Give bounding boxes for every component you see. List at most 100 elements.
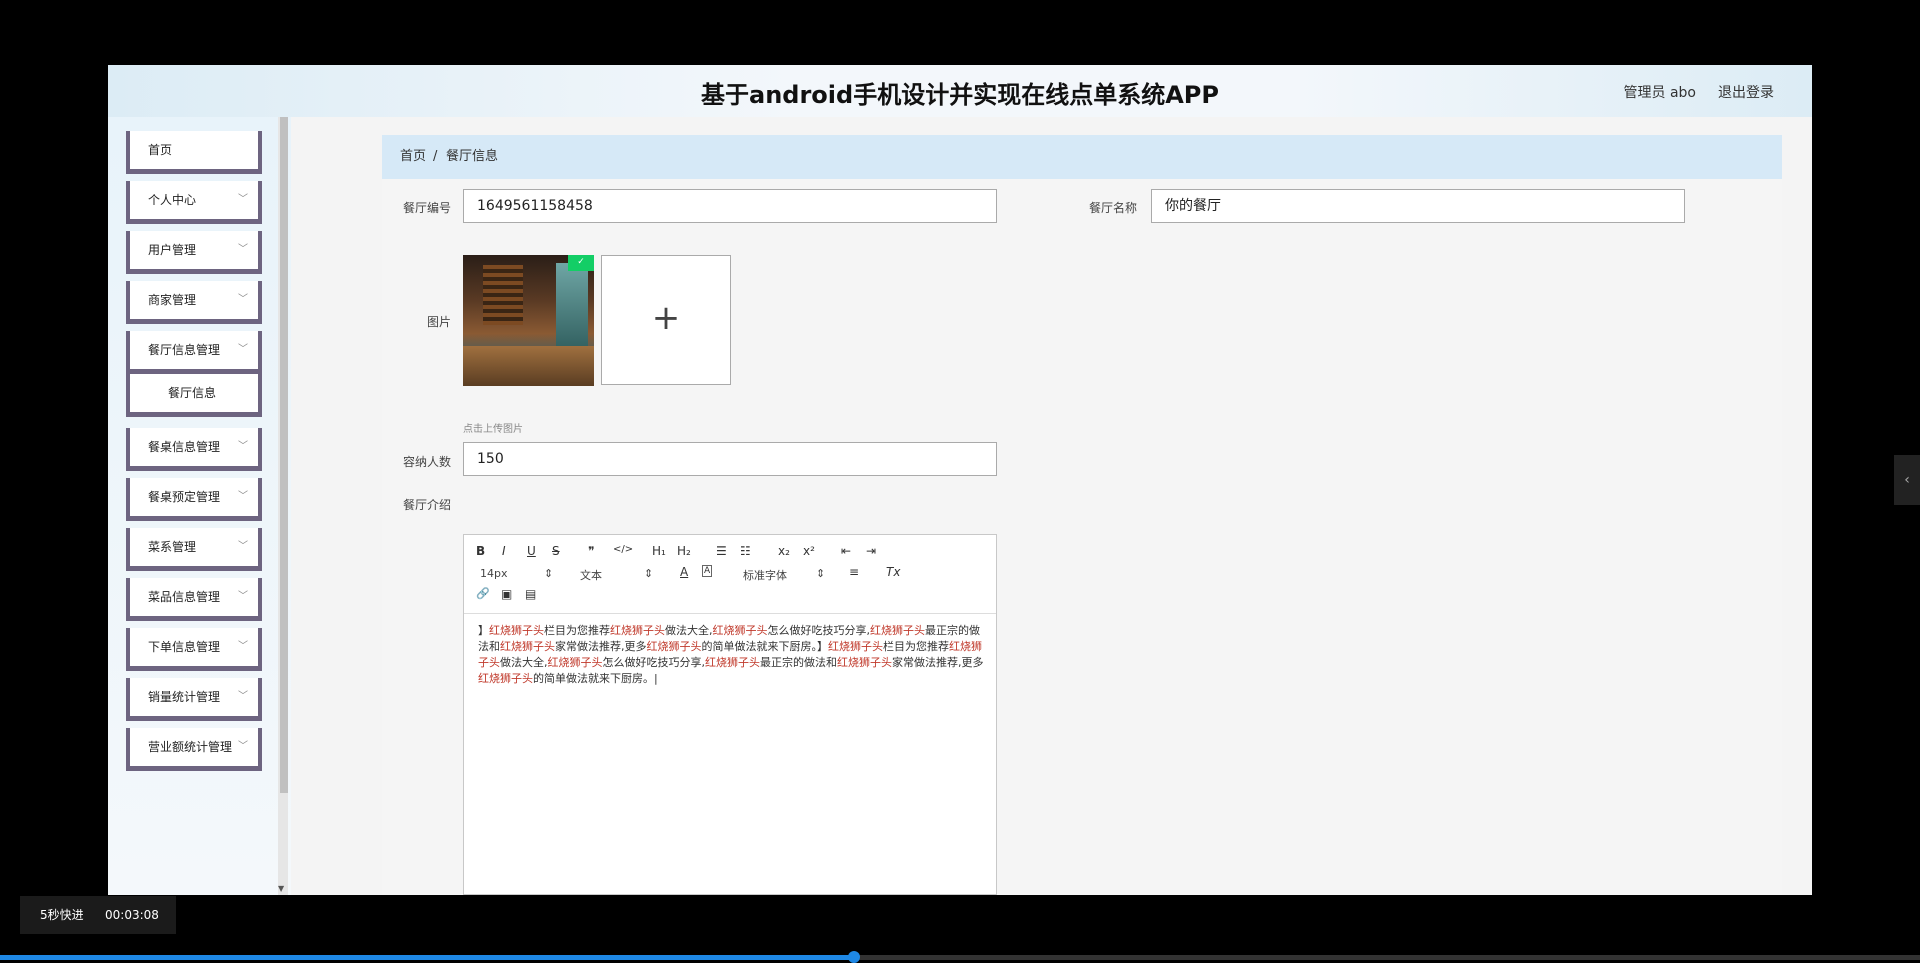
clear-format-icon[interactable]: Tx bbox=[886, 565, 900, 579]
sidebar-item-table-info-management[interactable]: 餐桌信息管理 ﹀ bbox=[126, 428, 262, 471]
chevron-down-icon: ﹀ bbox=[238, 591, 248, 602]
sidebar-item-order-info-management[interactable]: 下单信息管理 ﹀ bbox=[126, 628, 262, 671]
upload-add-button[interactable]: + bbox=[601, 255, 731, 385]
heading2-icon[interactable]: H₂ bbox=[677, 544, 691, 558]
sidebar-item-label: 菜系管理 bbox=[148, 540, 197, 554]
sidebar-item-user-management[interactable]: 用户管理 ﹀ bbox=[126, 231, 262, 274]
subscript-icon[interactable]: x₂ bbox=[778, 544, 790, 558]
editor-toolbar: B I U S ❞ </> H₁ H₂ ☰ ☷ x₂ x² ⇤ ⇥ 14px ⇕… bbox=[464, 535, 996, 614]
sidebar-item-label: 下单信息管理 bbox=[148, 640, 221, 654]
logout-link[interactable]: 退出登录 bbox=[1718, 82, 1774, 102]
chevron-down-icon: ﹀ bbox=[238, 691, 248, 702]
breadcrumb-current: 餐厅信息 bbox=[446, 149, 499, 164]
editor-text-segment: 家常做法推荐,更多 bbox=[555, 640, 647, 653]
editor-text-segment: 栏目为您推荐 bbox=[883, 640, 949, 653]
font-family-select[interactable]: 标准字体 bbox=[743, 567, 787, 583]
playback-time: 00:03:08 bbox=[105, 908, 159, 922]
image-label: 图片 bbox=[427, 315, 452, 329]
chevron-down-icon: ﹀ bbox=[238, 741, 248, 752]
speed-label[interactable]: 5秒快进 bbox=[40, 896, 84, 934]
editor-text-segment: 做法大全, bbox=[500, 656, 548, 669]
restaurant-no-input[interactable]: 1649561158458 bbox=[463, 189, 997, 223]
sidebar-item-label: 餐厅信息 bbox=[168, 386, 217, 400]
restaurant-no-label: 餐厅编号 bbox=[403, 201, 452, 215]
app-window: 基于android手机设计并实现在线点单系统APP 管理员 abo 退出登录 首… bbox=[108, 65, 1812, 895]
sidebar-item-label: 餐桌信息管理 bbox=[148, 440, 221, 454]
image-shelf-detail bbox=[483, 265, 523, 325]
capacity-input[interactable]: 150 bbox=[463, 442, 997, 476]
breadcrumb-home[interactable]: 首页 bbox=[400, 135, 426, 179]
sidebar-subitem-restaurant-info[interactable]: 餐厅信息 bbox=[126, 374, 262, 417]
ordered-list-icon[interactable]: ☰ bbox=[716, 544, 727, 558]
link-icon[interactable]: 🔗 bbox=[476, 587, 490, 600]
font-family-arrow-icon[interactable]: ⇕ bbox=[816, 567, 825, 580]
main-content: 首页 / 餐厅信息 餐厅编号 1649561158458 餐厅名称 你的餐厅 图… bbox=[382, 135, 1782, 895]
editor-text-segment: 怎么做好吃技巧分享, bbox=[767, 624, 871, 637]
sidebar-item-personal-center[interactable]: 个人中心 ﹀ bbox=[126, 181, 262, 224]
sidebar-item-cuisine-management[interactable]: 菜系管理 ﹀ bbox=[126, 528, 262, 571]
current-user: 管理员 abo bbox=[1623, 85, 1696, 101]
indent-icon[interactable]: ⇥ bbox=[866, 544, 876, 558]
chevron-down-icon: ﹀ bbox=[238, 491, 248, 502]
rich-text-editor[interactable]: B I U S ❞ </> H₁ H₂ ☰ ☷ x₂ x² ⇤ ⇥ 14px ⇕… bbox=[463, 534, 997, 895]
upload-tip: 点击上传图片 bbox=[463, 424, 523, 435]
strikethrough-icon[interactable]: S bbox=[552, 544, 560, 558]
underline-icon[interactable]: U bbox=[527, 544, 536, 558]
capacity-label: 容纳人数 bbox=[403, 455, 452, 469]
superscript-icon[interactable]: x² bbox=[803, 544, 815, 558]
restaurant-name-label: 餐厅名称 bbox=[1089, 201, 1138, 215]
image-window-detail bbox=[556, 263, 588, 353]
paragraph-arrow-icon[interactable]: ⇕ bbox=[644, 567, 653, 580]
sidebar-item-label: 菜品信息管理 bbox=[148, 590, 221, 604]
outdent-icon[interactable]: ⇤ bbox=[841, 544, 851, 558]
sidebar-item-label: 首页 bbox=[148, 143, 173, 157]
video-progress-fill bbox=[0, 955, 853, 960]
scroll-down-arrow-icon[interactable]: ▼ bbox=[278, 884, 284, 893]
code-block-icon[interactable]: </> bbox=[613, 544, 633, 555]
sidebar-item-revenue-stats-management[interactable]: 营业额统计管理 ﹀ bbox=[126, 728, 262, 771]
highlighted-keyword: 红烧狮子头 bbox=[478, 672, 533, 685]
italic-icon[interactable]: I bbox=[502, 544, 506, 558]
paragraph-select[interactable]: 文本 bbox=[580, 567, 602, 583]
highlighted-keyword: 红烧狮子头 bbox=[705, 656, 760, 669]
side-panel-toggle[interactable]: ‹ bbox=[1894, 455, 1920, 505]
highlighted-keyword: 红烧狮子头 bbox=[837, 656, 892, 669]
breadcrumb-separator: / bbox=[433, 149, 438, 164]
align-icon[interactable]: ≡ bbox=[849, 565, 859, 579]
chevron-down-icon: ﹀ bbox=[238, 244, 248, 255]
editor-text-segment: 怎么做好吃技巧分享, bbox=[602, 656, 706, 669]
sidebar-item-dish-info-management[interactable]: 菜品信息管理 ﹀ bbox=[126, 578, 262, 621]
sidebar-item-label: 销量统计管理 bbox=[148, 690, 221, 704]
app-title: 基于android手机设计并实现在线点单系统APP bbox=[701, 81, 1219, 109]
editor-text-segment: 家常做法推荐,更多 bbox=[892, 656, 984, 669]
blockquote-icon[interactable]: ❞ bbox=[588, 544, 594, 558]
sidebar-item-sales-stats-management[interactable]: 销量统计管理 ﹀ bbox=[126, 678, 262, 721]
image-icon[interactable]: ▣ bbox=[501, 587, 512, 601]
highlighted-keyword: 红烧狮子头 bbox=[712, 624, 768, 637]
uploaded-restaurant-image[interactable]: ✓ bbox=[463, 255, 594, 386]
sidebar-item-table-reservation-management[interactable]: 餐桌预定管理 ﹀ bbox=[126, 478, 262, 521]
font-size-select[interactable]: 14px bbox=[480, 567, 508, 580]
highlighted-keyword: 红烧狮子头 bbox=[610, 624, 665, 637]
sidebar-item-merchant-management[interactable]: 商家管理 ﹀ bbox=[126, 281, 262, 324]
bullet-list-icon[interactable]: ☷ bbox=[740, 544, 751, 558]
video-progress-knob[interactable] bbox=[848, 951, 860, 963]
sidebar-item-restaurant-info-management[interactable]: 餐厅信息管理 ﹀ bbox=[126, 331, 262, 374]
heading1-icon[interactable]: H₁ bbox=[652, 544, 666, 558]
font-size-arrow-icon[interactable]: ⇕ bbox=[544, 567, 553, 580]
sidebar-item-label: 餐桌预定管理 bbox=[148, 490, 221, 504]
sidebar-scrollbar-thumb[interactable] bbox=[280, 117, 288, 793]
intro-label: 餐厅介绍 bbox=[403, 498, 452, 512]
sidebar-item-home[interactable]: 首页 bbox=[126, 131, 262, 174]
font-color-icon[interactable]: A bbox=[680, 565, 688, 579]
highlighted-keyword: 红烧狮子头 bbox=[489, 624, 544, 637]
sidebar-item-label: 餐厅信息管理 bbox=[148, 343, 221, 357]
bold-icon[interactable]: B bbox=[476, 544, 485, 558]
sidebar-item-label: 用户管理 bbox=[148, 243, 197, 257]
highlighted-keyword: 红烧狮子头 bbox=[828, 640, 883, 653]
chevron-down-icon: ﹀ bbox=[238, 294, 248, 305]
restaurant-name-input[interactable]: 你的餐厅 bbox=[1151, 189, 1685, 223]
video-icon[interactable]: ▤ bbox=[525, 587, 536, 601]
editor-content[interactable]: 】红烧狮子头栏目为您推荐红烧狮子头做法大全,红烧狮子头怎么做好吃技巧分享,红烧狮… bbox=[478, 623, 986, 687]
background-color-icon[interactable]: A bbox=[702, 565, 713, 577]
